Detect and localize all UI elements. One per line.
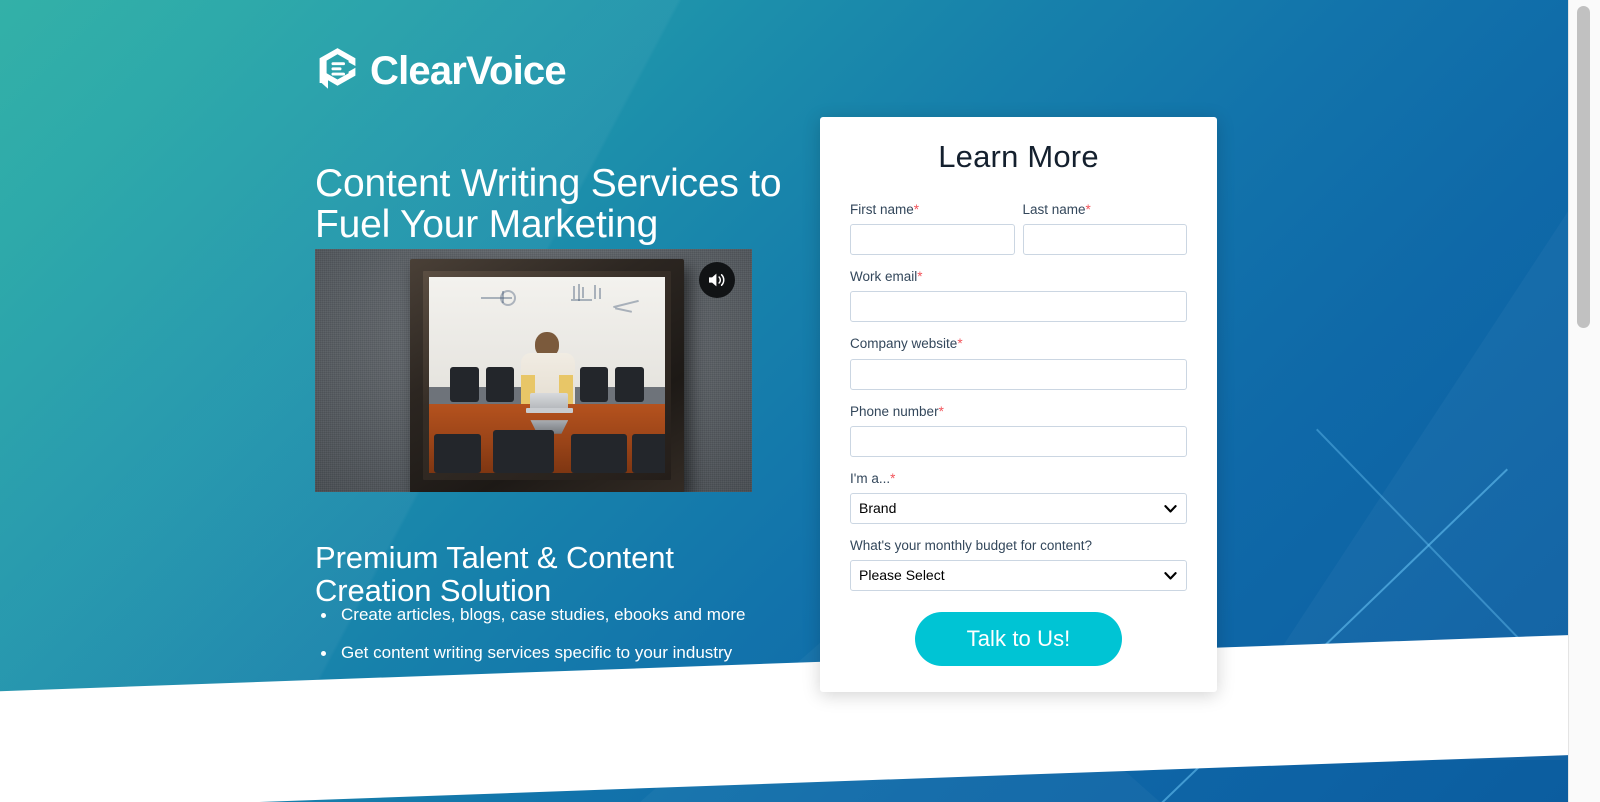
budget-select[interactable]: Please Select (850, 560, 1187, 592)
lead-capture-form: Learn More First name* Last name* Work e… (820, 117, 1217, 693)
required-marker: * (938, 403, 944, 419)
required-marker: * (917, 269, 923, 285)
video-thumbnail (315, 249, 752, 492)
budget-select-wrap: Please Select (850, 560, 1187, 592)
whiteboard-mark (615, 307, 632, 313)
phone-number-label: Phone number* (850, 403, 944, 419)
form-title: Learn More (938, 139, 1099, 174)
landing-page: ClearVoice Content Writing Services to F… (0, 0, 1568, 802)
phone-number-field-group: Phone number* (850, 403, 1187, 457)
phone-number-input[interactable] (850, 425, 1187, 457)
last-name-field-group: Last name* (1022, 201, 1187, 256)
picture-frame-inner (429, 277, 665, 473)
chair-back (450, 367, 479, 403)
role-select[interactable]: Brand (850, 493, 1187, 525)
hero-video[interactable] (315, 249, 752, 492)
chair-front (631, 433, 665, 473)
whiteboard-mark (502, 291, 505, 304)
list-item: Scale content creation for all your mark… (315, 682, 785, 702)
conference-room-scene (429, 277, 665, 473)
first-name-label: First name* (850, 202, 920, 217)
work-email-input[interactable] (850, 291, 1187, 323)
list-item: Create articles, blogs, case studies, eb… (315, 605, 785, 625)
role-select-wrap: Brand (850, 493, 1187, 525)
chair-back (580, 367, 609, 403)
company-website-label: Company website* (850, 336, 963, 352)
list-item: Get content writing services specific to… (315, 643, 785, 663)
required-marker: * (957, 336, 963, 352)
submit-row: Talk to Us! (850, 612, 1187, 667)
name-field-row: First name* Last name* (850, 201, 1187, 268)
picture-frame (410, 259, 684, 492)
whiteboard-mark (598, 287, 601, 299)
volume-on-icon[interactable] (699, 262, 735, 298)
first-name-field-group: First name* (850, 201, 1015, 256)
required-marker: * (1085, 202, 1091, 217)
role-field-group: I'm a...* Brand (850, 470, 1187, 525)
chair-front (570, 433, 628, 473)
submit-button[interactable]: Talk to Us! (914, 612, 1123, 667)
chair-back (485, 367, 514, 403)
last-name-input[interactable] (1022, 224, 1187, 256)
company-website-input[interactable] (850, 358, 1187, 390)
budget-label: What's your monthly budget for content? (850, 538, 1092, 554)
hero-subheadline: Premium Talent & Content Creation Soluti… (315, 539, 674, 609)
company-website-field-group: Company website* (850, 335, 1187, 390)
chair-front (433, 433, 481, 473)
first-name-input[interactable] (850, 224, 1015, 256)
browser-viewport: ClearVoice Content Writing Services to F… (0, 0, 1600, 802)
chair-front (492, 429, 555, 473)
work-email-label: Work email* (850, 269, 923, 285)
whiteboard-mark (572, 285, 575, 299)
whiteboard-mark (480, 296, 512, 299)
laptop-base (525, 408, 573, 414)
clearvoice-hexagon-logo-icon (319, 48, 356, 89)
whiteboard-mark (570, 298, 592, 301)
logo-wordmark: ClearVoice (370, 49, 567, 93)
last-name-label: Last name* (1022, 202, 1091, 217)
whiteboard-mark (582, 286, 585, 298)
budget-field-group: What's your monthly budget for content? … (850, 537, 1187, 592)
benefits-list: Create articles, blogs, case studies, eb… (315, 605, 785, 720)
site-logo[interactable]: ClearVoice (315, 47, 567, 95)
scrollbar-thumb[interactable] (1577, 6, 1590, 328)
required-marker: * (890, 470, 896, 486)
work-email-field-group: Work email* (850, 268, 1187, 323)
role-label: I'm a...* (850, 470, 896, 486)
hero-headline: Content Writing Services to Fuel Your Ma… (315, 162, 782, 247)
chair-back (615, 367, 644, 403)
whiteboard-mark (594, 284, 597, 299)
page-content: ClearVoice Content Writing Services to F… (0, 0, 1568, 802)
required-marker: * (913, 202, 920, 217)
page-scrollbar[interactable] (1568, 0, 1600, 802)
